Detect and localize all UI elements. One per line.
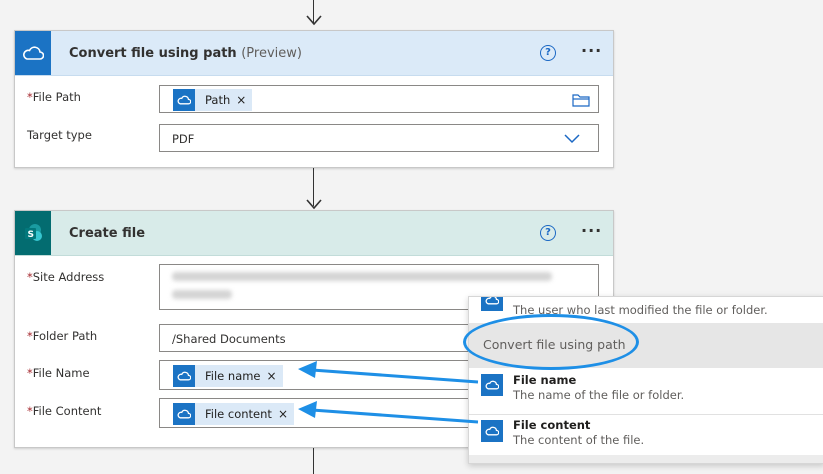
annotation-arrows <box>298 361 479 424</box>
